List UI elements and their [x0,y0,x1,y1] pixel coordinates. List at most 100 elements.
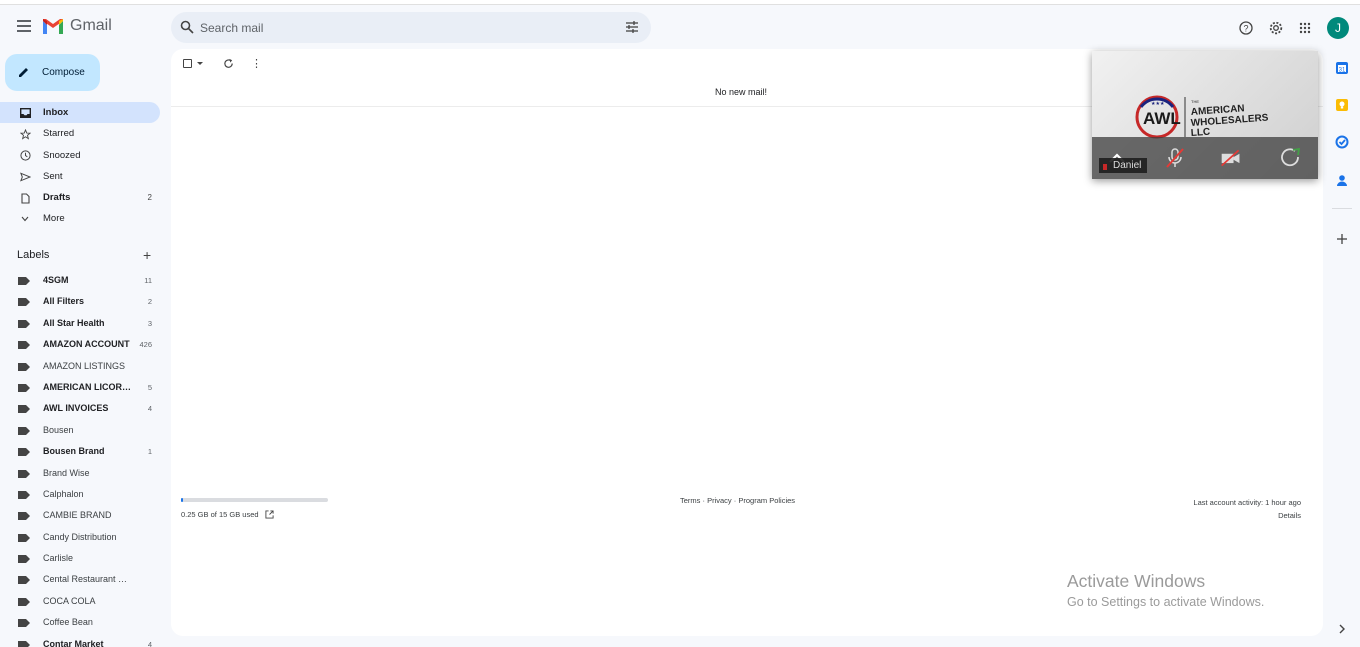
storage-usage: 0.25 GB of 15 GB used [181,510,274,519]
label-count: 4 [147,404,152,414]
label-tag-icon [18,555,30,564]
label-item[interactable]: All Filters 2 [0,291,170,312]
more-options-icon[interactable]: ⋮ [251,57,262,70]
last-activity-text: Last account activity: 1 hour ago [1193,498,1301,507]
label-item[interactable]: Bousen [0,420,170,441]
settings-gear-icon[interactable] [1267,19,1285,37]
nav-label: Starred [43,128,75,140]
compose-label: Compose [42,67,85,78]
compose-button[interactable]: Compose [5,54,100,91]
nav-item-sent[interactable]: Sent [0,166,170,187]
label-item[interactable]: AWL INVOICES 4 [0,398,170,419]
label-item[interactable]: AMAZON LISTINGS [0,356,170,377]
label-name: AMAZON LISTINGS [43,360,126,371]
label-count: 2 [147,297,152,307]
draft-icon [19,192,31,204]
main-menu-button[interactable] [14,17,34,37]
labels-list: 4SGM 11 All Filters 2 All Star Health 3 AMAZON… [0,270,170,647]
terms-link[interactable]: Terms [680,496,700,505]
refresh-icon[interactable] [223,58,234,69]
watermark-title: Activate Windows [1067,571,1206,591]
label-tag-icon [18,619,30,628]
label-tag-icon [18,277,30,285]
keep-notes-icon[interactable] [1335,98,1349,112]
label-tag-icon [18,426,30,435]
label-item[interactable]: AMERICAN LICORICE 5 [0,377,170,398]
label-name: Brand Wise [43,467,90,478]
label-item[interactable]: Brand Wise [0,463,170,484]
activity-details-link[interactable]: Details [1193,509,1301,522]
label-item[interactable]: Carlisle [0,548,170,569]
footer-links: Terms · Privacy · Program Policies [680,496,795,505]
create-label-button[interactable]: + [143,248,151,262]
label-item[interactable]: Cental Restaurant Quotes [0,569,170,590]
open-external-icon[interactable] [265,510,274,519]
label-tag-icon [18,640,30,647]
nav-item-starred[interactable]: Starred [0,123,170,144]
label-tag-icon [18,341,30,350]
nav-item-inbox[interactable]: Inbox [0,102,160,124]
label-tag-icon [18,383,30,392]
participant-name-tag: Daniel [1099,158,1148,173]
label-item[interactable]: CAMBIE BRAND [0,505,170,526]
program-policies-link[interactable]: Program Policies [738,496,795,505]
label-tag-icon [18,512,30,521]
add-addon-icon[interactable] [1335,232,1349,246]
nav-item-snoozed[interactable]: Snoozed [0,145,170,166]
nav-item-drafts[interactable]: Drafts 2 [0,187,170,208]
label-item[interactable]: Candy Distribution [0,527,170,548]
pencil-icon [19,68,28,77]
label-item[interactable]: COCA COLA [0,591,170,612]
label-item[interactable]: Calphalon [0,484,170,505]
search-bar [171,12,651,43]
apps-grid-icon[interactable] [1296,19,1314,37]
svg-text:★★★: ★★★ [1151,101,1165,107]
contacts-icon[interactable] [1335,173,1349,187]
label-item[interactable]: Coffee Bean [0,612,170,633]
label-item[interactable]: All Star Health 3 [0,313,170,334]
chevron-right-icon[interactable] [1335,622,1349,636]
search-icon[interactable] [180,20,194,34]
label-tag-icon [18,490,30,499]
label-count: 426 [139,340,152,350]
label-count: 5 [147,382,152,392]
label-count: 3 [147,318,152,328]
label-name: AMERICAN LICORICE [43,381,133,392]
open-window-icon[interactable] [1280,147,1302,169]
mic-muted-icon[interactable] [1164,147,1186,169]
label-tag-icon [18,448,30,457]
account-avatar[interactable]: J [1327,17,1349,39]
privacy-link[interactable]: Privacy [707,496,732,505]
help-icon[interactable]: ? [1237,19,1255,37]
gmail-logo[interactable]: Gmail [42,17,112,35]
label-tag-icon [18,362,30,371]
select-all-checkbox[interactable] [183,59,192,68]
tasks-icon[interactable] [1335,135,1349,149]
calendar-icon[interactable]: 31 [1335,61,1349,75]
label-tag-icon [18,576,30,585]
select-caret-icon[interactable] [197,62,203,65]
label-tag-icon [18,298,30,307]
search-input[interactable] [200,18,600,38]
logo-the: THE [1191,99,1199,104]
label-name: All Filters [43,296,85,307]
search-options-icon[interactable] [625,20,639,34]
nav-label: More [43,213,65,225]
app-title: Gmail [70,17,112,34]
svg-text:31: 31 [1339,68,1346,74]
label-item[interactable]: AMAZON ACCOUNT 426 [0,334,170,355]
label-item[interactable]: Bousen Brand 1 [0,441,170,462]
header: Gmail ? J [0,6,1360,50]
svg-text:?: ? [1243,24,1248,34]
video-call-window[interactable]: AWL ★★★ THE AMERICAN WHOLESALERS LLC Dan… [1092,51,1318,179]
storage-bar [181,498,328,502]
label-name: Carlisle [43,553,74,564]
gmail-m-icon [43,18,63,34]
label-name: Bousen Brand [43,446,105,457]
camera-off-icon[interactable] [1220,147,1242,169]
nav-label: Snoozed [43,149,81,161]
side-panel: 31 [1326,49,1360,647]
nav-item-more[interactable]: More [0,208,170,229]
label-item[interactable]: 4SGM 11 [0,270,170,291]
label-item[interactable]: Contar Market 4 [0,634,170,647]
